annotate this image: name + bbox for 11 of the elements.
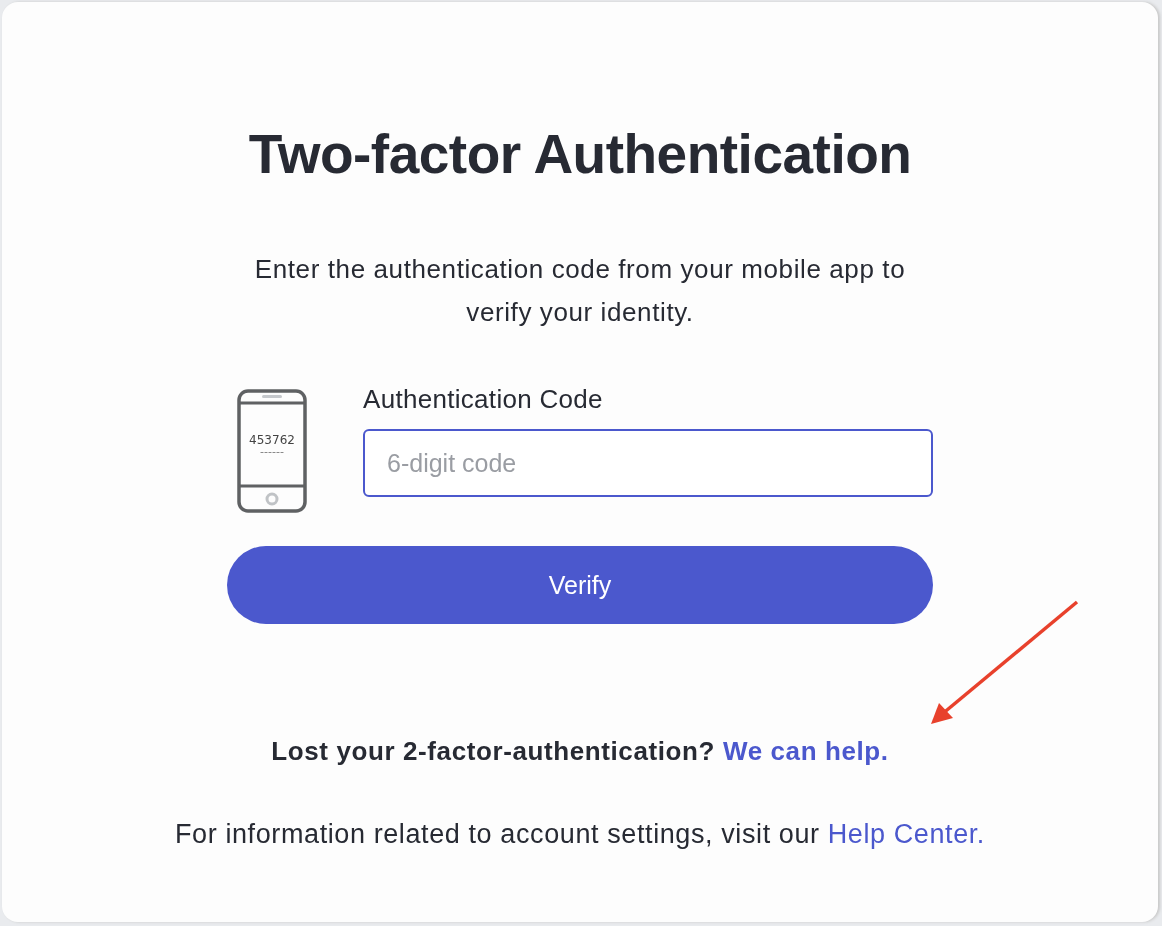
info-text: For information related to account settings, visit our (175, 819, 820, 850)
phone-blank-text: ------ (260, 447, 284, 457)
lost-prompt-text: Lost your 2-factor-authentication? (271, 736, 715, 767)
instructions-text: Enter the authentication code from your mobile app to verify your identity. (253, 253, 907, 329)
help-center-link[interactable]: Help Center. (827, 819, 985, 850)
field-label: Authentication Code (363, 384, 604, 415)
help-link[interactable]: We can help. (723, 736, 889, 767)
code-input-field[interactable]: 6-digit code (363, 429, 933, 497)
verify-button[interactable]: Verify (227, 546, 933, 624)
page-title: Two-factor Authentication (248, 122, 912, 186)
phone-code-text: 453762 (249, 433, 295, 447)
